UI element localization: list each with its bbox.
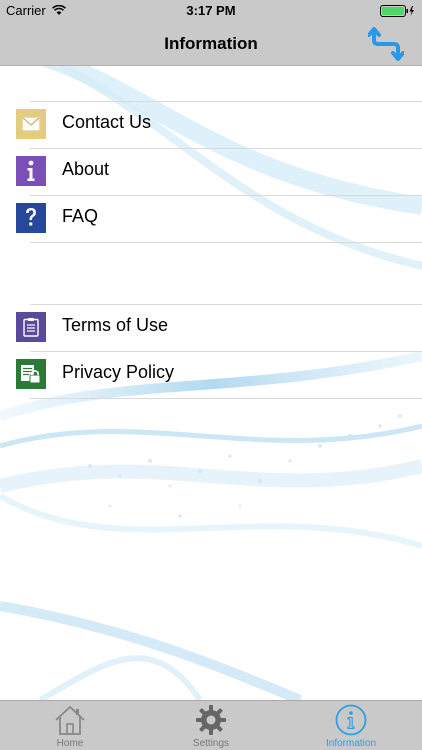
menu-item-label: Contact Us — [62, 112, 152, 132]
menu-item-label: FAQ — [62, 206, 99, 226]
menu-item-contact-us[interactable]: Contact Us — [0, 101, 422, 148]
status-bar: Carrier 3:17 PM — [0, 0, 422, 22]
house-icon — [55, 706, 85, 735]
divider — [30, 101, 422, 102]
menu-item-terms-of-use[interactable]: Terms of Use — [0, 304, 422, 351]
divider — [30, 242, 422, 243]
envelope-icon — [16, 109, 46, 139]
question-icon — [16, 203, 46, 233]
tab-label: Home — [56, 738, 84, 749]
lock-document-icon — [16, 359, 46, 389]
menu-item-about[interactable]: About — [0, 148, 422, 195]
page-title: Information — [164, 34, 258, 53]
divider — [30, 304, 422, 305]
tab-home[interactable]: Home — [0, 701, 140, 750]
battery-icon — [380, 5, 414, 17]
divider — [30, 351, 422, 352]
tab-label: Settings — [192, 738, 230, 749]
gear-icon — [196, 705, 226, 735]
navigation-bar: Information — [0, 22, 422, 66]
menu-item-label: Terms of Use — [62, 315, 169, 335]
tab-information[interactable]: Information — [281, 701, 421, 750]
legal-menu-list: Terms of Use Privacy Policy — [0, 304, 422, 399]
divider — [30, 148, 422, 149]
divider — [30, 398, 422, 399]
info-icon — [16, 156, 46, 186]
primary-menu-list: Contact Us About FAQ — [0, 101, 422, 243]
content-area[interactable]: Contact Us About FAQ Terms of Use Privac… — [0, 66, 422, 700]
tab-settings[interactable]: Settings — [141, 701, 281, 750]
clipboard-icon — [16, 312, 46, 342]
tab-bar: Home Settings Information — [0, 700, 422, 750]
menu-item-label: About — [62, 159, 110, 179]
swap-arrows-icon[interactable] — [368, 26, 404, 62]
menu-item-privacy-policy[interactable]: Privacy Policy — [0, 351, 422, 398]
tab-label: Information — [325, 738, 377, 749]
divider — [30, 195, 422, 196]
menu-item-faq[interactable]: FAQ — [0, 195, 422, 242]
menu-item-label: Privacy Policy — [62, 362, 175, 382]
status-time: 3:17 PM — [186, 3, 236, 18]
info-circle-icon — [335, 704, 367, 736]
